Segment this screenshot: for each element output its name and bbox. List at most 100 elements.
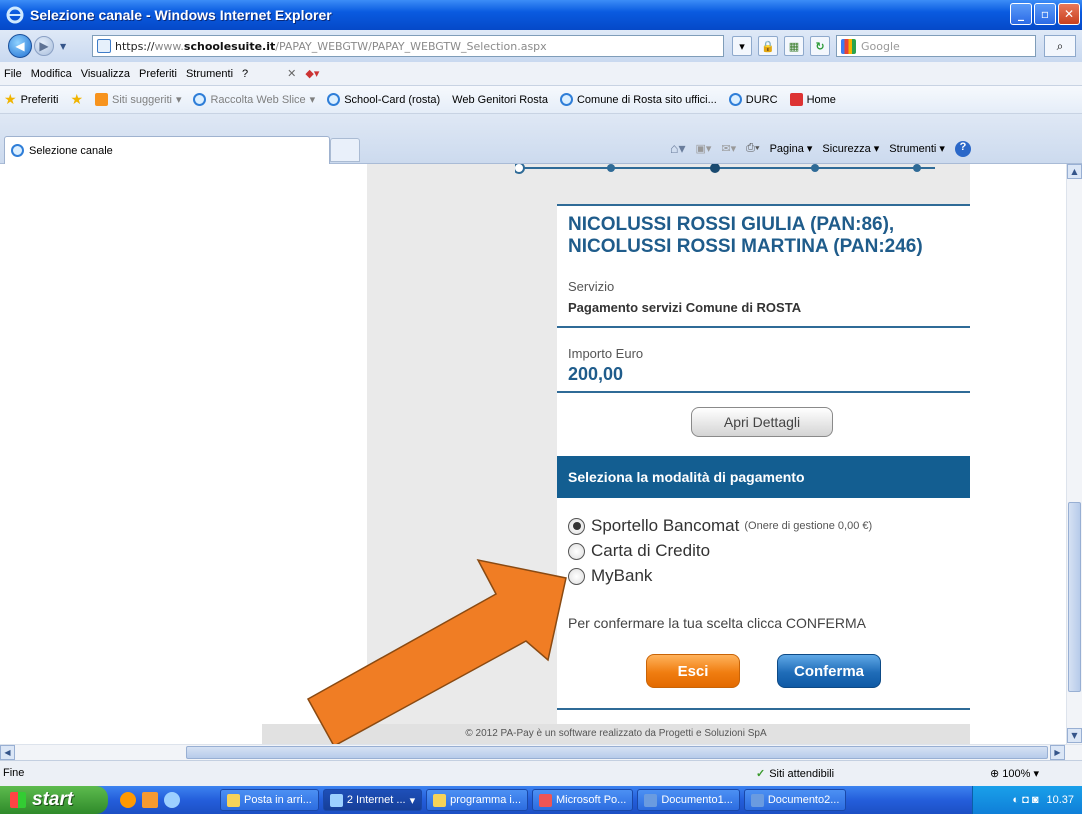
browser-quicklaunch-icon[interactable] [120, 792, 136, 808]
folder-icon [433, 793, 447, 807]
compatibility-view-icon[interactable]: ▦ [784, 36, 804, 56]
back-button[interactable]: ◀ [8, 34, 32, 58]
scroll-up-icon[interactable]: ▲ [1067, 164, 1082, 179]
option-label: Sportello Bancomat [591, 516, 740, 535]
clock[interactable]: 10.37 [1046, 794, 1074, 806]
print-icon[interactable]: ⎙▾ [746, 142, 759, 155]
favorites-bar: ★ Preferiti ★ Siti suggeriti ▾ Raccolta W… [0, 86, 1082, 114]
taskbar-item[interactable]: programma i... [426, 789, 529, 811]
ie-page-icon [728, 93, 742, 106]
menu-modifica[interactable]: Modifica [31, 68, 72, 80]
option-note: (Onere di gestione 0,00 €) [744, 520, 873, 532]
safety-menu[interactable]: Sicurezza ▾ [822, 142, 879, 155]
document-icon [644, 793, 658, 807]
addon-icon[interactable]: ◆▾ [305, 67, 319, 80]
payment-method-header: Seleziona la modalità di pagamento [557, 456, 970, 498]
amount-value: 200,00 [568, 364, 624, 384]
quick-launch [120, 792, 220, 808]
status-text: Fine [3, 767, 25, 779]
search-input[interactable]: Google [836, 35, 1036, 57]
taskbar-item[interactable]: 2 Internet ... ▾ [322, 789, 423, 811]
new-tab-button[interactable] [330, 138, 360, 162]
taskbar-item[interactable]: Posta in arri... [220, 789, 319, 811]
vertical-scrollbar[interactable]: ▲ ▼ [1066, 164, 1082, 744]
close-toolbar-icon[interactable]: ✕ [287, 67, 296, 80]
scroll-left-icon[interactable]: ◀ [0, 745, 15, 760]
tab-label: Selezione canale [29, 144, 113, 157]
divider [557, 391, 970, 393]
safety-menu-label: Sicurezza [822, 143, 871, 155]
history-dropdown-icon[interactable]: ▼ [60, 42, 66, 51]
scroll-thumb[interactable] [1068, 502, 1081, 692]
menu-preferiti[interactable]: Preferiti [139, 68, 177, 80]
address-dropdown-button[interactable]: ▾ [732, 36, 752, 56]
lock-icon[interactable]: 🔒 [758, 36, 778, 56]
search-button[interactable]: ⌕ [1044, 35, 1076, 57]
refresh-button[interactable]: ↻ [810, 36, 830, 56]
start-label: start [32, 789, 74, 810]
mail-icon[interactable]: ✉▾ [721, 142, 736, 155]
annotation-arrow [306, 558, 567, 744]
fav-item-web-genitori[interactable]: Web Genitori Rosta [452, 94, 548, 106]
home-fav-icon [789, 93, 803, 106]
ie-page-icon [327, 93, 341, 106]
ie-quicklaunch-icon[interactable] [164, 792, 180, 808]
taskbar-item[interactable]: Documento2... [743, 789, 847, 811]
zoom-level: 100% [1002, 768, 1031, 780]
minimize-button[interactable]: _ [1010, 3, 1032, 25]
tools-menu[interactable]: Strumenti ▾ [889, 142, 945, 155]
security-zone[interactable]: ✓ Siti attendibili [756, 767, 834, 781]
app-icon [227, 793, 240, 807]
menu-help[interactable]: ? [242, 68, 248, 80]
fav-item-school-card[interactable]: School-Card (rosta) [327, 93, 440, 106]
scroll-right-icon[interactable]: ▶ [1050, 745, 1065, 760]
tray-icons[interactable]: ◐ ◘ ◙ [1012, 794, 1038, 806]
favorites-button[interactable]: ★ Preferiti [4, 91, 58, 108]
horizontal-scrollbar[interactable]: ◀ ▶ [0, 744, 1082, 760]
home-icon[interactable]: ⌂▾ [670, 140, 685, 157]
students-heading: NICOLUSSI ROSSI GIULIA (PAN:86), NICOLUS… [568, 214, 923, 257]
divider [557, 204, 970, 206]
url-path: /PAPAY_WEBGTW/PAPAY_WEBGTW_Selection.asp… [275, 39, 547, 53]
exit-button[interactable]: Esci [646, 654, 740, 688]
confirm-button[interactable]: Conferma [777, 654, 881, 688]
feeds-icon[interactable]: ▣▾ [695, 142, 711, 155]
taskbar-item[interactable]: Microsoft Po... [532, 789, 634, 811]
close-button[interactable]: ✕ [1058, 3, 1080, 25]
fav-label: Siti suggeriti [112, 93, 172, 106]
option-sportello-bancomat[interactable]: Sportello Bancomat (Onere di gestione 0,… [568, 516, 872, 536]
help-icon[interactable]: ? [954, 140, 971, 157]
menu-file[interactable]: File [4, 68, 22, 80]
menu-strumenti[interactable]: Strumenti [186, 68, 233, 80]
scroll-down-icon[interactable]: ▼ [1067, 728, 1082, 743]
fav-item-durc[interactable]: DURC [728, 93, 778, 106]
star-icon: ★ [4, 91, 17, 107]
radio-selected[interactable] [568, 517, 585, 535]
forward-button[interactable]: ▶ [34, 36, 54, 56]
title-bar: Selezione canale - Windows Internet Expl… [0, 0, 1082, 30]
fav-item-webslice[interactable]: Raccolta Web Slice ▾ [193, 93, 315, 106]
progress-steps [515, 164, 935, 174]
add-favorite-button[interactable]: ★ [70, 91, 83, 108]
task-label: Documento1... [661, 794, 733, 806]
address-input[interactable]: https://www. schoolesuite.it/PAPAY_WEBGTW… [92, 35, 724, 57]
fav-item-suggested[interactable]: Siti suggeriti ▾ [95, 93, 181, 106]
fav-item-home[interactable]: Home [789, 93, 836, 106]
fav-label: Home [806, 93, 836, 106]
url-scheme: https:// [115, 39, 155, 53]
menu-visualizza[interactable]: Visualizza [81, 68, 130, 80]
task-label: programma i... [450, 794, 522, 806]
fav-item-comune[interactable]: Comune di Rosta sito uffici... [559, 93, 717, 106]
scroll-thumb[interactable] [186, 746, 1048, 759]
page-menu[interactable]: Pagina ▾ [770, 142, 813, 155]
open-details-button[interactable]: Apri Dettagli [691, 407, 833, 437]
mail-quicklaunch-icon[interactable] [142, 792, 158, 808]
google-icon [841, 39, 856, 54]
tab-selezione-canale[interactable]: Selezione canale [4, 136, 330, 164]
maximize-button[interactable]: ▫ [1034, 3, 1056, 25]
start-button[interactable]: start [0, 786, 108, 814]
taskbar-item[interactable]: Documento1... [637, 789, 740, 811]
taskbar: start Posta in arri... 2 Internet ... ▾ … [0, 786, 1082, 814]
service-value: Pagamento servizi Comune di ROSTA [568, 300, 802, 315]
zoom-control[interactable]: ⊕ 100% ▾ [990, 767, 1039, 780]
